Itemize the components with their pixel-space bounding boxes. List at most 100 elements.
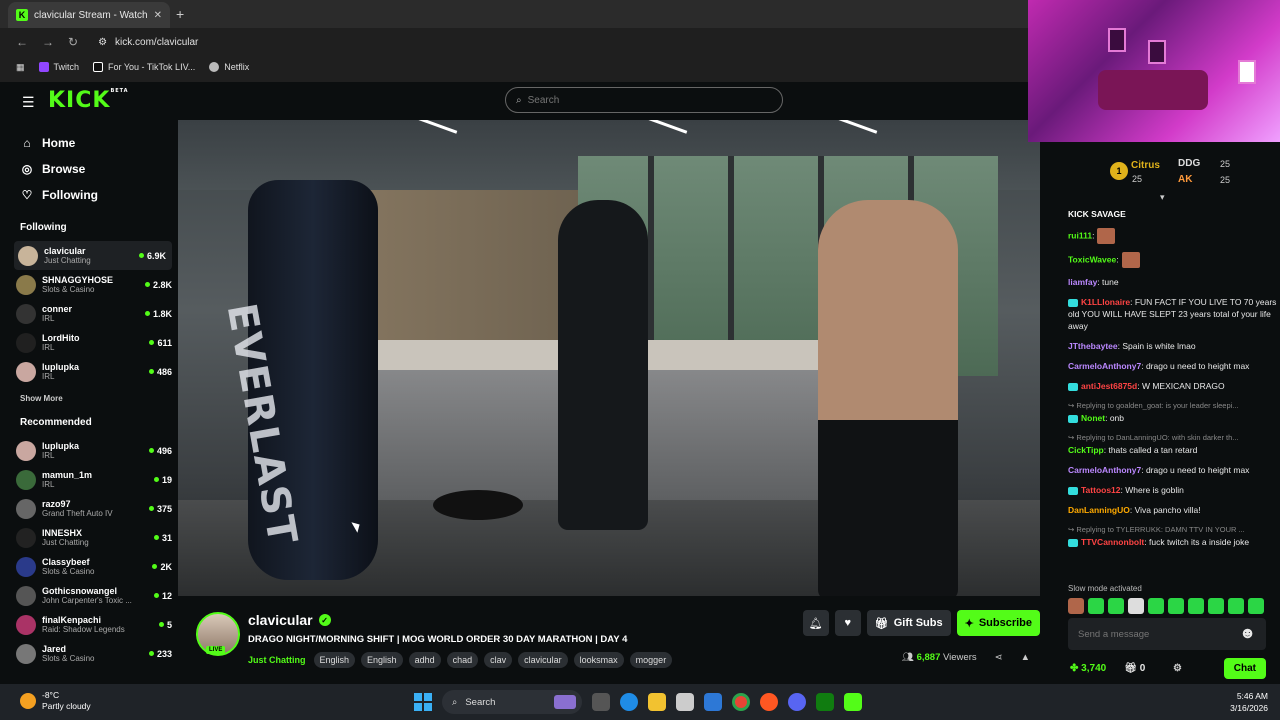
edge-icon[interactable] — [620, 693, 638, 711]
subscribe-button[interactable]: ✦ Subscribe — [956, 610, 1040, 636]
stream-tag[interactable]: looksmax — [573, 652, 624, 668]
windows-start-icon[interactable] — [414, 693, 432, 711]
emote-icon[interactable] — [1108, 598, 1124, 614]
leader-third-name[interactable]: AK — [1178, 174, 1192, 185]
gift-subs-button[interactable]: 🎁︎ Gift Subs — [866, 610, 951, 636]
channel-row[interactable]: INNESHX Just Chatting 31 — [8, 523, 178, 552]
site-info-icon[interactable]: ⚙ — [98, 37, 107, 48]
chat-username[interactable]: Nonet — [1081, 413, 1105, 423]
discord-icon[interactable] — [788, 693, 806, 711]
stream-tag[interactable]: clav — [484, 652, 513, 668]
nav-browse[interactable]: ◎ Browse — [20, 156, 178, 182]
nav-home[interactable]: ⌂ Home — [20, 130, 178, 156]
emote-icon[interactable] — [1248, 598, 1264, 614]
kick-logo[interactable]: KICKBETA — [48, 88, 129, 113]
stream-tag[interactable]: English — [313, 652, 356, 668]
gear-icon[interactable]: ⚙ — [1173, 663, 1182, 674]
task-view-icon[interactable] — [592, 693, 610, 711]
back-icon[interactable]: ← — [16, 35, 28, 49]
chat-username[interactable]: TTVCannonbolt — [1081, 537, 1144, 547]
channel-points[interactable]: ✤ 3,740 — [1070, 663, 1106, 674]
chat-username[interactable]: CarmeloAnthony7 — [1068, 465, 1141, 475]
outlook-icon[interactable] — [704, 693, 722, 711]
channel-row[interactable]: conner IRL 1.8K — [8, 299, 178, 328]
channel-row[interactable]: LordHito IRL 611 — [8, 328, 178, 357]
stream-tag[interactable]: chad — [446, 652, 479, 668]
channel-row[interactable]: finalKenpachi Raid: Shadow Legends 5 — [8, 610, 178, 639]
app-icon[interactable] — [760, 693, 778, 711]
stream-tag[interactable]: mogger — [629, 652, 673, 668]
file-explorer-icon[interactable] — [648, 693, 666, 711]
show-more-button[interactable]: Show More — [8, 386, 178, 407]
emote-icon[interactable] — [1088, 598, 1104, 614]
emote-icon[interactable] — [1068, 598, 1084, 614]
collapse-leaderboard-icon[interactable]: ▾ — [1160, 192, 1165, 203]
leader-second-name[interactable]: DDG — [1178, 158, 1200, 169]
share-icon[interactable]: ⋖ — [995, 652, 1003, 663]
chat-username[interactable]: Tattoos12 — [1081, 485, 1121, 495]
kick-app-icon[interactable] — [844, 693, 862, 711]
menu-icon[interactable]: ☰ — [22, 94, 35, 111]
emote-icon[interactable] — [1148, 598, 1164, 614]
stream-tag[interactable]: adhd — [408, 652, 441, 668]
nav-following[interactable]: ♡ Following — [20, 182, 178, 208]
channel-row[interactable]: SHNAGGYHOSE Slots & Casino 2.8K — [8, 270, 178, 299]
chat-input-box[interactable]: ☻ — [1068, 618, 1266, 650]
category-link[interactable]: Just Chatting — [248, 655, 306, 665]
weather-widget[interactable]: -8°C Partly cloudy — [20, 690, 91, 712]
store-icon[interactable] — [676, 693, 694, 711]
taskbar-search[interactable]: ⌕ Search — [442, 690, 582, 714]
gift-count[interactable]: 🎁︎ 0 — [1124, 663, 1145, 674]
bookmark-netflix[interactable]: Netflix — [209, 62, 249, 72]
channel-row[interactable]: clavicular Just Chatting 6.9K — [14, 241, 172, 270]
close-tab-icon[interactable]: ✕ — [154, 10, 162, 21]
stream-tag[interactable]: clavicular — [518, 652, 568, 668]
browser-tab[interactable]: K clavicular Stream - Watch Live o ✕ — [8, 2, 170, 28]
channel-row[interactable]: Gothicsnowangel John Carpenter's Toxic ..… — [8, 581, 178, 610]
notification-bell-button[interactable]: 🔔︎ — [802, 610, 829, 636]
reload-icon[interactable]: ↻ — [68, 35, 78, 49]
channel-row[interactable]: razo97 Grand Theft Auto IV 375 — [8, 494, 178, 523]
chat-username[interactable]: DanLanningUO — [1068, 505, 1130, 515]
emoji-icon[interactable]: ☻ — [1239, 625, 1256, 643]
emote-icon[interactable] — [1208, 598, 1224, 614]
chat-username[interactable]: K1LLlonaire — [1081, 297, 1130, 307]
emote-icon[interactable] — [1168, 598, 1184, 614]
channel-row[interactable]: luplupka IRL 486 — [8, 357, 178, 386]
channel-row[interactable]: Jared Slots & Casino 233 — [8, 639, 178, 668]
clock-time: 5:46 AM — [1236, 691, 1268, 701]
url-field[interactable]: ⚙ kick.com/clavicular — [98, 37, 198, 48]
chat-input[interactable] — [1078, 628, 1238, 640]
report-icon[interactable]: ▲ — [1021, 652, 1030, 663]
chat-username[interactable]: CickTipp — [1068, 445, 1104, 455]
search-box[interactable]: ⌕ — [505, 87, 783, 113]
bookmark-twitch[interactable]: Twitch — [38, 62, 79, 72]
chat-username[interactable]: antiJest6875d — [1081, 381, 1137, 391]
chat-username[interactable]: JTthebaytee — [1068, 341, 1118, 351]
follow-heart-button[interactable]: ♥ — [834, 610, 861, 636]
new-tab-button[interactable]: + — [176, 6, 184, 22]
system-clock[interactable]: 5:46 AM 3/16/2026 — [1230, 690, 1268, 714]
forward-icon[interactable]: → — [42, 35, 54, 49]
video-player[interactable]: EVERLAST — [178, 120, 1040, 596]
chat-username[interactable]: ToxicWavee — [1068, 254, 1116, 264]
streamer-name[interactable]: clavicular — [248, 612, 313, 628]
chat-username[interactable]: liamfay — [1068, 277, 1097, 287]
search-input[interactable] — [527, 94, 748, 106]
emote-icon[interactable] — [1128, 598, 1144, 614]
xbox-icon[interactable] — [816, 693, 834, 711]
channel-row[interactable]: Classybeef Slots & Casino 2K — [8, 552, 178, 581]
bookmark-tiktok[interactable]: For You - TikTok LIV... — [93, 62, 195, 72]
channel-row[interactable]: mamun_1m IRL 19 — [8, 465, 178, 494]
chat-username[interactable]: rui111 — [1068, 230, 1092, 240]
channel-row[interactable]: luplupka IRL 496 — [8, 436, 178, 465]
stream-tag[interactable]: English — [361, 652, 403, 668]
emote-icon[interactable] — [1228, 598, 1244, 614]
chat-send-button[interactable]: Chat — [1223, 658, 1266, 679]
chat-username[interactable]: CarmeloAnthony7 — [1068, 361, 1141, 371]
chrome-icon[interactable] — [732, 693, 750, 711]
emote-icon[interactable] — [1188, 598, 1204, 614]
apps-grid-icon[interactable]: ▦ — [16, 62, 25, 73]
leader-first-name[interactable]: Citrus — [1131, 160, 1160, 171]
chat-username[interactable]: KICK SAVAGE — [1068, 209, 1126, 219]
